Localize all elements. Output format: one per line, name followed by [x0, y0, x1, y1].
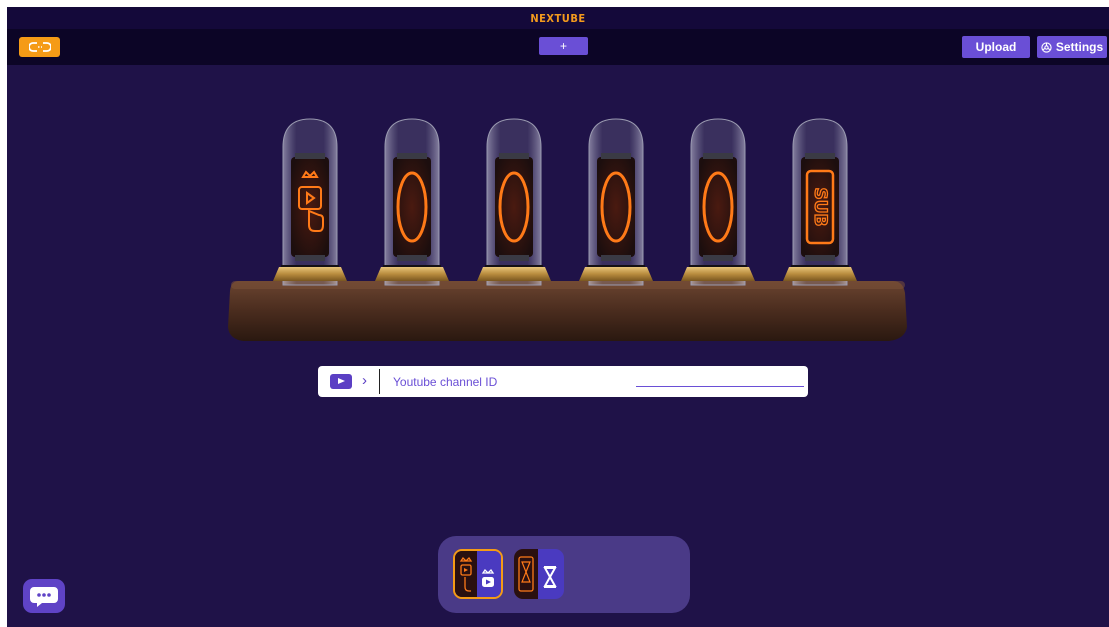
settings-label: Settings — [1055, 40, 1104, 54]
sub-symbol: SUB — [810, 187, 830, 226]
app-title: NEXTUBE — [530, 12, 586, 25]
divider — [379, 369, 380, 394]
gear-icon — [1041, 41, 1052, 53]
youtube-icon[interactable] — [330, 374, 352, 389]
nixie-tube-5 — [681, 118, 755, 286]
nixie-tube-2 — [375, 118, 449, 286]
chat-icon — [30, 587, 58, 607]
upload-button[interactable]: Upload — [962, 36, 1030, 58]
wooden-base — [228, 281, 907, 341]
nixie-tube-4 — [579, 118, 653, 286]
add-button[interactable]: + — [539, 37, 588, 55]
settings-button[interactable]: Settings — [1037, 36, 1107, 58]
link-button[interactable] — [19, 37, 60, 57]
nixie-tube-3 — [477, 118, 551, 286]
theme-youtube-subscriber[interactable] — [453, 549, 503, 599]
chat-button[interactable] — [23, 579, 65, 613]
channel-id-input[interactable] — [391, 370, 805, 394]
link-icon — [28, 42, 51, 52]
nixie-tube-1 — [273, 118, 347, 286]
hourglass-icon — [514, 549, 564, 599]
youtube-subscriber-icon — [455, 551, 501, 597]
toolbar: + Upload Settings — [7, 29, 1109, 65]
chevron-right-icon[interactable]: › — [362, 372, 367, 389]
app-window: NEXTUBE + Upload Settings SUB › Youtube … — [7, 7, 1109, 627]
title-bar: NEXTUBE — [7, 7, 1109, 29]
input-underline — [636, 386, 804, 387]
nixie-tube-6: SUB — [783, 118, 857, 286]
channel-search-bar: › — [318, 366, 808, 397]
theme-countdown[interactable] — [514, 549, 564, 599]
theme-selector — [438, 536, 690, 613]
nixie-clock-preview: SUB — [228, 118, 907, 341]
